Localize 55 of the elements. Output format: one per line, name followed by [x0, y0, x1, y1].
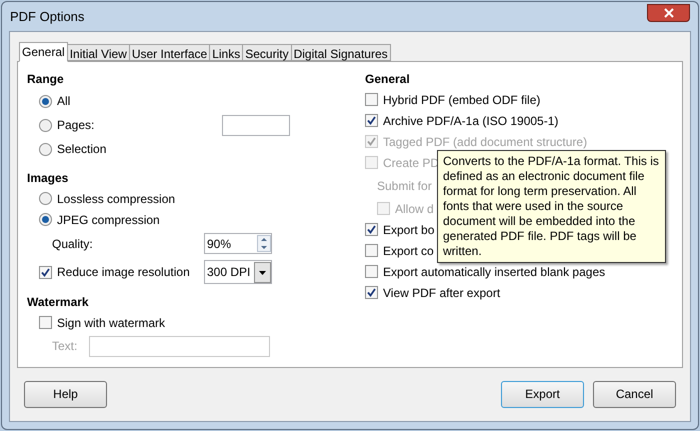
tab[interactable]: Security [243, 44, 292, 61]
help-button[interactable]: Help [24, 380, 107, 408]
option-label: Selection [57, 142, 106, 156]
tooltip: Converts to the PDF/A-1a format. This is defined as an electronic document file format for long term preservation. All fonts that were used in the source document will be embedded into the generated PDF file. PDF tags will be written. [437, 150, 666, 263]
checkbox[interactable] [365, 114, 378, 127]
section-heading: Range [27, 70, 65, 88]
option-label: Sign with watermark [57, 314, 166, 332]
quality-value: 90% [207, 236, 232, 252]
radio-button[interactable] [39, 192, 52, 205]
tab[interactable]: Links [210, 44, 244, 61]
dialog-button[interactable]: Export [501, 380, 584, 408]
quality-spinbox[interactable]: 90% [204, 233, 272, 254]
checkbox[interactable] [365, 223, 378, 236]
option-label: Pages: [57, 118, 94, 132]
tab[interactable]: Initial View [68, 44, 130, 61]
window-title: PDF Options [10, 8, 84, 26]
pages-input-field[interactable] [222, 114, 290, 136]
section-heading: Images [27, 170, 70, 186]
checkbox[interactable] [365, 93, 378, 106]
option-label: Hybrid PDF (embed ODF file) [383, 92, 540, 108]
radio-button[interactable] [39, 142, 52, 156]
checkbox[interactable] [365, 265, 378, 278]
radio-button[interactable] [39, 213, 52, 226]
option-label: Reduce image resolution [57, 265, 190, 279]
watermark-text-field[interactable] [89, 336, 270, 356]
checkbox[interactable] [39, 316, 52, 329]
section-heading: Watermark [27, 294, 90, 310]
option-label: Quality: [52, 236, 93, 250]
radio-button[interactable] [39, 118, 52, 132]
option-label: Tagged PDF (add document structure) [383, 134, 588, 150]
option-label: Allow d [395, 200, 434, 218]
option-label: Text: [52, 338, 78, 355]
checkbox[interactable] [365, 286, 378, 299]
resolution-dropdown[interactable]: 300 DPI [204, 260, 272, 284]
option-label: Submit for [377, 178, 432, 194]
option-label: All [57, 94, 70, 108]
option-label: Export bo [383, 222, 434, 238]
option-label: JPEG compression [57, 212, 160, 228]
tab[interactable]: Digital Signatures [292, 44, 391, 61]
option-label: View PDF after export [383, 284, 500, 302]
option-label: Lossless compression [57, 190, 176, 208]
dialog-button[interactable]: Cancel [593, 380, 676, 408]
radio-button[interactable] [39, 94, 52, 108]
option-label: Export automatically inserted blank pages [383, 264, 606, 280]
spin-arrows-icon [257, 235, 271, 252]
checkbox[interactable] [39, 266, 52, 278]
close-button[interactable] [647, 4, 690, 22]
checkbox[interactable] [365, 244, 378, 257]
tab[interactable]: General [19, 42, 68, 62]
resolution-value: 300 DPI [207, 264, 250, 281]
section-heading: General [365, 70, 411, 88]
option-label: Export co [383, 242, 434, 260]
close-icon [664, 8, 674, 18]
option-label: Archive PDF/A-1a (ISO 19005-1) [383, 112, 558, 130]
tab[interactable]: User Interface [130, 44, 210, 61]
